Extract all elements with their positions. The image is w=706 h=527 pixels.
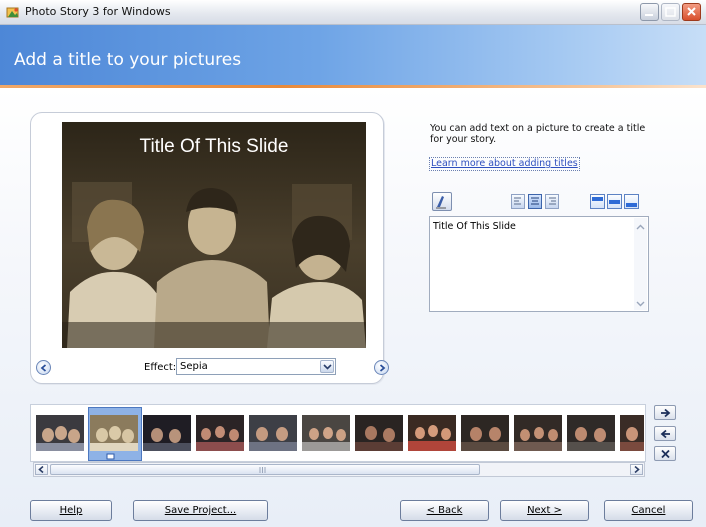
next-picture-button[interactable] [374, 360, 389, 375]
save-project-button-label: Save Project... [164, 505, 237, 516]
scroll-left-icon [38, 465, 44, 474]
back-button-label: < Back [426, 505, 463, 516]
next-button-label: Next > [527, 505, 562, 516]
filmstrip-thumbnail[interactable] [620, 415, 644, 451]
effect-dropdown[interactable]: Sepia [176, 358, 336, 375]
grip-icon [259, 467, 266, 473]
page-heading: Add a title to your pictures [14, 50, 242, 70]
thumbnail-image [355, 415, 403, 451]
help-button-label: Help [59, 505, 83, 516]
chevron-down-icon [323, 364, 332, 370]
align-right-button[interactable] [545, 194, 559, 209]
minimize-icon [645, 14, 653, 16]
font-icon [436, 196, 446, 209]
scroll-right-button[interactable] [630, 464, 643, 475]
learn-more-link[interactable]: Learn more about adding titles [429, 157, 580, 171]
scroll-down-icon[interactable] [635, 298, 646, 309]
previous-picture-button[interactable] [36, 360, 51, 375]
thumbnail-image [249, 415, 297, 451]
position-middle-button[interactable] [607, 194, 622, 209]
effect-value: Sepia [180, 361, 208, 372]
filmstrip-scrollbar[interactable] [33, 462, 645, 477]
filmstrip-thumbnail[interactable] [143, 415, 191, 451]
scroll-left-button[interactable] [35, 464, 48, 475]
help-button[interactable]: Help [30, 500, 112, 521]
instructions-text: You can add text on a picture to create … [430, 123, 646, 145]
position-top-icon [592, 197, 603, 201]
filmstrip-thumbnail[interactable] [196, 415, 244, 451]
scrollbar-thumb[interactable] [50, 464, 480, 475]
thumbnail-image [90, 415, 138, 451]
scroll-right-icon [634, 465, 640, 474]
title-text-input[interactable]: Title Of This Slide [429, 216, 649, 312]
filmstrip-thumbnail[interactable] [302, 415, 350, 451]
app-window: Photo Story 3 for Windows Add a title to… [0, 0, 706, 527]
thumbnail-image [461, 415, 509, 451]
filmstrip-thumbnail[interactable] [461, 415, 509, 451]
position-middle-icon [609, 200, 620, 204]
align-left-button[interactable] [511, 194, 525, 209]
align-center-button[interactable] [528, 194, 542, 209]
filmstrip-thumbnail[interactable] [249, 415, 297, 451]
filmstrip-thumbnail[interactable] [36, 415, 84, 451]
position-bottom-icon [626, 203, 637, 207]
align-right-icon [549, 197, 556, 205]
slide-preview-image: Title Of This Slide [62, 122, 366, 348]
thumbnail-image [514, 415, 562, 451]
move-left-button[interactable] [654, 426, 676, 441]
thumbnail-image [567, 415, 615, 451]
delete-icon [661, 449, 670, 459]
effect-dropdown-button[interactable] [320, 360, 334, 373]
effect-label: Effect: [144, 362, 177, 373]
thumbnail-image [143, 415, 191, 451]
position-top-button[interactable] [590, 194, 605, 209]
photo-story-app-icon [6, 7, 19, 18]
filmstrip-thumbnail[interactable] [408, 415, 456, 451]
close-icon [687, 7, 696, 16]
filmstrip [30, 404, 646, 462]
close-button[interactable] [682, 3, 701, 21]
align-left-icon [514, 197, 521, 205]
cancel-button-label: Cancel [631, 505, 666, 516]
next-button[interactable]: Next > [500, 500, 589, 521]
arrow-right-icon [379, 364, 386, 372]
text-scrollbar[interactable] [634, 218, 647, 310]
back-button[interactable]: < Back [400, 500, 489, 521]
effect-applied-icon [106, 453, 115, 460]
thumbnail-image [302, 415, 350, 451]
arrow-right-icon [661, 408, 671, 418]
slide-title-overlay: Title Of This Slide [139, 136, 289, 157]
save-project-button[interactable]: Save Project... [133, 500, 268, 521]
window-title: Photo Story 3 for Windows [25, 5, 171, 18]
align-center-icon [531, 197, 539, 205]
arrow-left-icon [660, 429, 670, 439]
filmstrip-thumbnail[interactable] [567, 415, 615, 451]
filmstrip-thumbnail[interactable] [514, 415, 562, 451]
remove-picture-button[interactable] [654, 446, 676, 461]
maximize-icon [665, 7, 676, 17]
cancel-button[interactable]: Cancel [604, 500, 693, 521]
title-text-value: Title Of This Slide [433, 221, 516, 232]
header-banner: Add a title to your pictures [0, 25, 706, 85]
thumbnail-image [620, 415, 644, 451]
move-right-button[interactable] [654, 405, 676, 420]
thumbnail-image [196, 415, 244, 451]
scroll-up-icon[interactable] [635, 222, 646, 233]
minimize-button[interactable] [640, 3, 659, 21]
thumbnail-image [36, 415, 84, 451]
position-bottom-button[interactable] [624, 194, 639, 209]
maximize-button[interactable] [661, 3, 680, 21]
title-bar: Photo Story 3 for Windows [0, 0, 706, 25]
thumbnail-image [408, 415, 456, 451]
font-button[interactable] [432, 192, 452, 211]
arrow-left-icon [40, 364, 47, 372]
filmstrip-thumbnail[interactable] [355, 415, 403, 451]
filmstrip-thumbnail-selected[interactable] [90, 415, 138, 451]
